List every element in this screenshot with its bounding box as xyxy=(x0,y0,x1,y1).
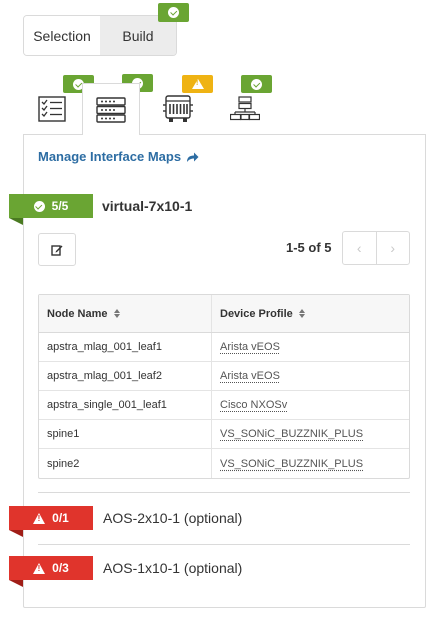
prev-page-button[interactable]: ‹ xyxy=(343,232,376,264)
table-row: spine1 VS_SONiC_BUZZNIK_PLUS xyxy=(39,420,409,449)
device-profile-link[interactable]: VS_SONiC_BUZZNIK_PLUS xyxy=(220,428,363,440)
edit-icon xyxy=(51,244,63,256)
sort-icon xyxy=(298,309,305,318)
build-status-badge xyxy=(158,3,189,22)
table-row: apstra_mlag_001_leaf1 Arista vEOS xyxy=(39,333,409,362)
selection-button[interactable]: Selection xyxy=(24,16,100,55)
next-page-button[interactable]: › xyxy=(375,232,410,264)
tab-status-badge xyxy=(182,75,213,93)
warning-icon xyxy=(33,562,46,574)
column-header-device-profile[interactable]: Device Profile xyxy=(212,295,409,332)
tab-status-badge xyxy=(241,75,272,93)
device-chassis-icon xyxy=(163,94,193,122)
device-profile-link[interactable]: Arista vEOS xyxy=(220,370,280,382)
group-status-ribbon: 0/1 xyxy=(9,506,93,537)
manage-link-label: Manage Interface Maps xyxy=(38,149,182,164)
device-profile-link[interactable]: VS_SONiC_BUZZNIK_PLUS xyxy=(220,458,363,470)
group-status-ribbon: 5/5 xyxy=(9,194,93,225)
node-name-cell: spine1 xyxy=(39,420,212,448)
group-title[interactable]: AOS-2x10-1 (optional) xyxy=(103,510,242,526)
group-title: virtual-7x10-1 xyxy=(102,198,193,214)
share-arrow-icon xyxy=(186,152,199,162)
group-status-ribbon: 0/3 xyxy=(9,556,93,587)
interface-map-table: Node Name Device Profile apstra_mlag_001… xyxy=(38,294,410,479)
table-row: apstra_mlag_001_leaf2 Arista vEOS xyxy=(39,362,409,391)
mode-toggle: Selection Build xyxy=(23,15,177,56)
divider xyxy=(38,492,410,493)
pagination-summary: 1-5 of 5 xyxy=(286,240,332,255)
table-header: Node Name Device Profile xyxy=(39,295,409,333)
step-tabbar xyxy=(23,83,426,135)
tab-server-rack[interactable] xyxy=(82,83,140,135)
group-title[interactable]: AOS-1x10-1 (optional) xyxy=(103,560,242,576)
column-header-label: Node Name xyxy=(47,307,108,320)
server-rack-icon xyxy=(96,96,126,123)
column-header-label: Device Profile xyxy=(220,307,293,320)
check-icon xyxy=(33,200,45,212)
table-row: apstra_single_001_leaf1 Cisco NXOSv xyxy=(39,391,409,420)
table-row: spine2 VS_SONiC_BUZZNIK_PLUS xyxy=(39,449,409,478)
column-header-node-name[interactable]: Node Name xyxy=(39,295,212,332)
check-icon xyxy=(251,78,262,90)
node-name-cell: apstra_mlag_001_leaf2 xyxy=(39,362,212,390)
node-name-cell: apstra_single_001_leaf1 xyxy=(39,391,212,419)
warning-icon xyxy=(191,79,204,89)
edit-button[interactable] xyxy=(38,233,76,266)
pagination: ‹ › xyxy=(342,231,410,265)
device-profile-link[interactable]: Arista vEOS xyxy=(220,341,280,353)
network-topology-icon xyxy=(230,95,260,120)
device-profile-link[interactable]: Cisco NXOSv xyxy=(220,399,287,411)
manage-interface-maps-link[interactable]: Manage Interface Maps xyxy=(38,149,199,164)
checklist-icon xyxy=(38,95,66,122)
divider xyxy=(38,544,410,545)
group-count: 0/3 xyxy=(52,561,69,575)
node-name-cell: spine2 xyxy=(39,449,212,478)
group-count: 5/5 xyxy=(51,199,69,213)
check-icon xyxy=(168,7,179,18)
group-count: 0/1 xyxy=(52,511,69,525)
warning-icon xyxy=(33,512,46,524)
node-name-cell: apstra_mlag_001_leaf1 xyxy=(39,333,212,361)
sort-icon xyxy=(113,309,120,318)
